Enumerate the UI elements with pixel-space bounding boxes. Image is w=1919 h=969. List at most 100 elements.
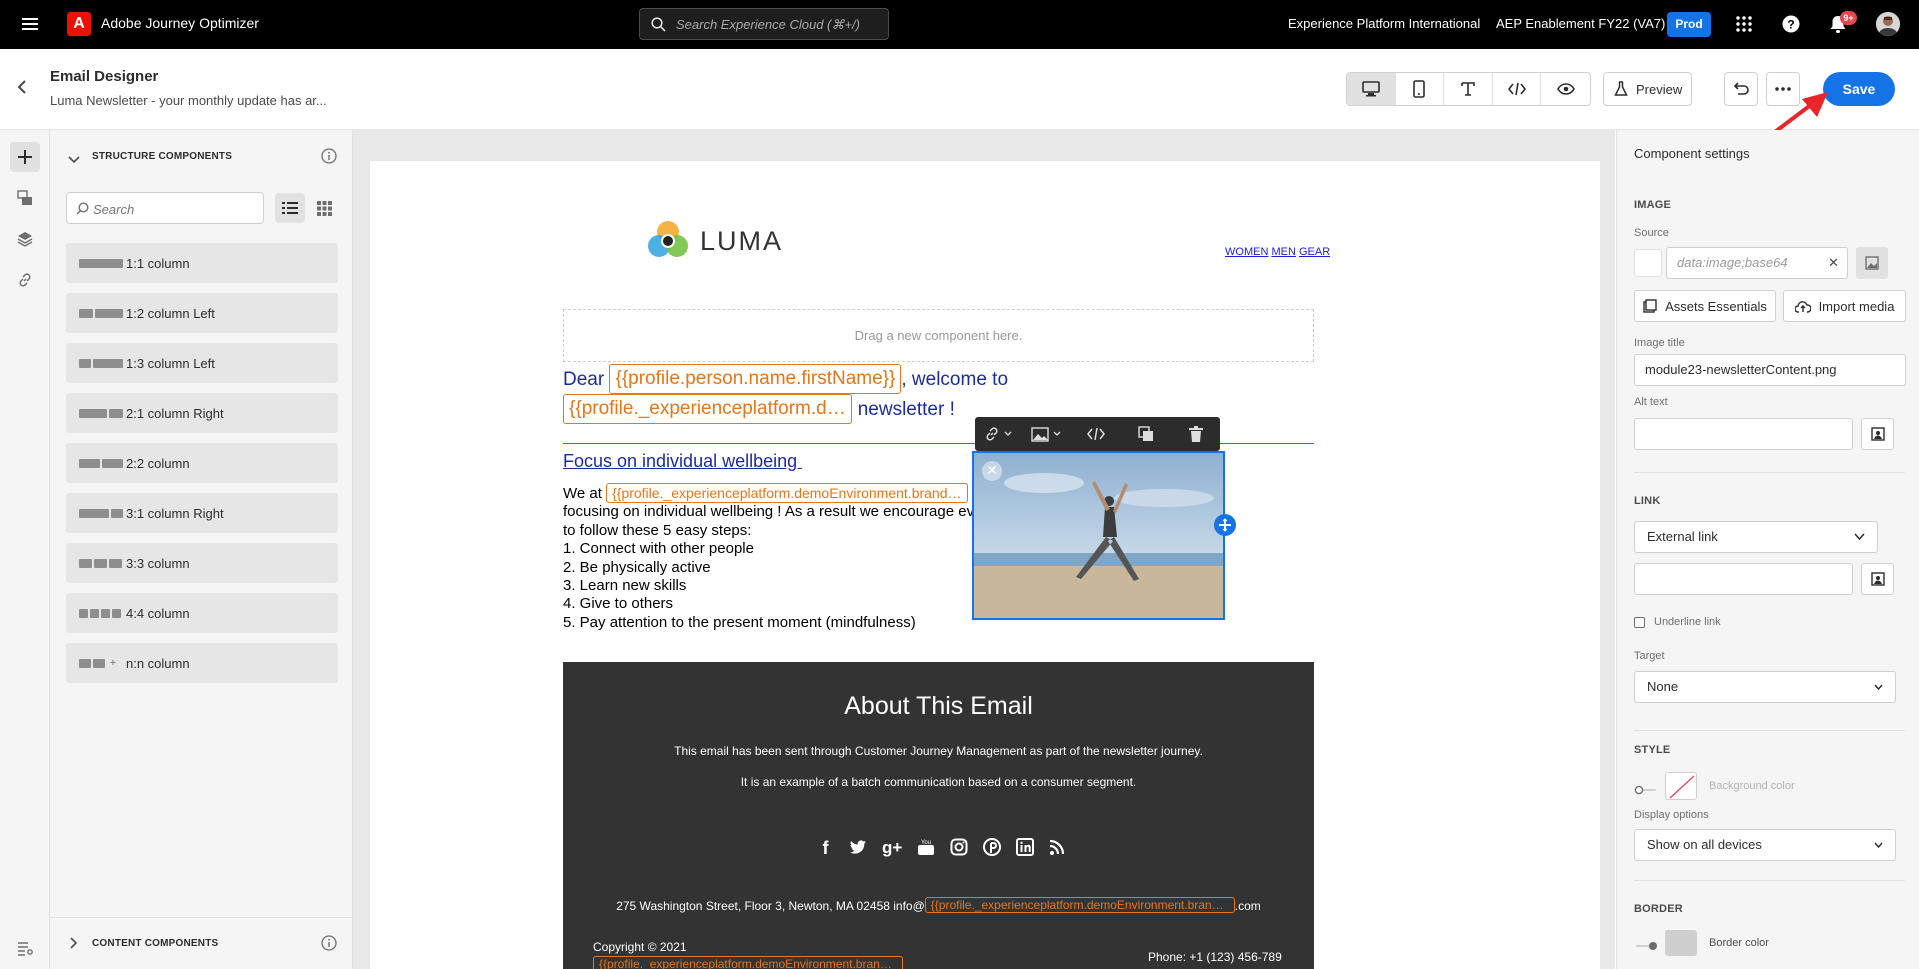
youtube-icon[interactable]: You bbox=[917, 838, 935, 856]
apps-grid-icon[interactable] bbox=[1735, 15, 1753, 36]
rail-bottom-settings[interactable] bbox=[10, 933, 40, 963]
twitter-icon[interactable] bbox=[849, 838, 867, 856]
app-name[interactable]: Adobe Journey Optimizer bbox=[101, 15, 259, 31]
back-arrow-icon[interactable] bbox=[16, 79, 30, 98]
chevron-down-icon[interactable] bbox=[68, 151, 80, 167]
linkedin-icon[interactable] bbox=[1016, 838, 1035, 856]
remove-image-icon[interactable]: ✕ bbox=[982, 461, 1002, 481]
chevron-down-icon bbox=[1874, 842, 1883, 849]
link-personalize-button[interactable] bbox=[1861, 563, 1894, 595]
structure-4-4-column[interactable]: 4:4 column bbox=[66, 593, 338, 633]
hamburger-menu-icon[interactable] bbox=[22, 16, 40, 32]
selected-image-component[interactable]: ✕ bbox=[972, 451, 1225, 620]
rail-links[interactable] bbox=[10, 265, 40, 295]
assets-essentials-button[interactable]: Assets Essentials bbox=[1634, 290, 1776, 322]
fragments-icon bbox=[17, 190, 32, 205]
instagram-icon[interactable] bbox=[950, 838, 968, 856]
section-divider bbox=[1634, 880, 1905, 881]
toolbar-image-button[interactable] bbox=[1021, 417, 1071, 451]
personalization-token[interactable]: {{profile._experienceplatform.demoEnviro… bbox=[924, 897, 1235, 913]
pinterest-icon[interactable] bbox=[983, 838, 1002, 856]
article-body[interactable]: We at {{profile._experienceplatform.demo… bbox=[563, 483, 1020, 632]
structure-1-1-column[interactable]: 1:1 column bbox=[66, 243, 338, 283]
env-badge[interactable]: Prod bbox=[1667, 12, 1711, 37]
user-avatar[interactable] bbox=[1876, 12, 1900, 36]
add-component-handle[interactable] bbox=[1214, 514, 1236, 536]
toolbar-link-button[interactable] bbox=[975, 417, 1021, 451]
grid-view-toggle[interactable] bbox=[309, 193, 339, 223]
personalization-token[interactable]: {{profile._experienceplatform.demoEnviro… bbox=[593, 956, 903, 969]
structure-2-2-column[interactable]: 2:2 column bbox=[66, 443, 338, 483]
link-url-input[interactable] bbox=[1634, 563, 1853, 595]
content-components-heading[interactable]: CONTENT COMPONENTS bbox=[92, 938, 218, 949]
rail-fragments[interactable] bbox=[10, 183, 40, 213]
personalization-token[interactable]: {{profile._experienceplatform.demoEnviro… bbox=[606, 483, 968, 504]
structure-2-1-column-right[interactable]: 2:1 column Right bbox=[66, 393, 338, 433]
preview-button[interactable]: Preview bbox=[1603, 72, 1692, 106]
image-title-input[interactable]: module23-newsletterContent.png bbox=[1634, 354, 1906, 386]
image-section-heading: IMAGE bbox=[1634, 199, 1672, 211]
components-search[interactable] bbox=[66, 192, 264, 224]
structure-1-2-column-left[interactable]: 1:2 column Left bbox=[66, 293, 338, 333]
greeting-text[interactable]: Dear {{profile.person.name.firstName}}, … bbox=[563, 364, 1083, 424]
nav-link-women[interactable]: WOMEN bbox=[1225, 246, 1268, 258]
underline-link-checkbox[interactable] bbox=[1634, 617, 1645, 628]
org-name[interactable]: Experience Platform International bbox=[1288, 16, 1480, 31]
import-media-button[interactable]: Import media bbox=[1783, 290, 1906, 322]
link-type-select[interactable]: External link bbox=[1634, 521, 1878, 553]
structure-3-3-column[interactable]: 3:3 column bbox=[66, 543, 338, 583]
personalization-token[interactable]: {{profile._experienceplatform.d… bbox=[563, 394, 852, 424]
personalize-icon bbox=[1870, 572, 1885, 586]
mobile-view-button[interactable] bbox=[1396, 73, 1445, 105]
border-color-swatch[interactable] bbox=[1665, 930, 1697, 956]
structure-3-1-column-right[interactable]: 3:1 column Right bbox=[66, 493, 338, 533]
border-toggle[interactable] bbox=[1634, 938, 1658, 950]
section-divider bbox=[1634, 472, 1905, 473]
svg-text:?: ? bbox=[1787, 18, 1794, 32]
target-select[interactable]: None bbox=[1634, 671, 1896, 703]
background-color-toggle[interactable] bbox=[1634, 782, 1658, 795]
sandbox-name[interactable]: AEP Enablement FY22 (VA7) bbox=[1496, 16, 1665, 31]
personalization-token[interactable]: {{profile.person.name.firstName}} bbox=[609, 364, 902, 394]
alt-text-input[interactable] bbox=[1634, 418, 1853, 450]
adobe-logo[interactable]: A bbox=[67, 12, 91, 36]
structure-n-n-column[interactable]: + n:n column bbox=[66, 643, 338, 683]
source-input[interactable]: data:image;base64 ✕ bbox=[1666, 247, 1848, 279]
article-heading[interactable]: Focus on individual wellbeing bbox=[563, 451, 802, 472]
token-chip: {{profile._experienceplatform.demoEnviro… bbox=[593, 956, 903, 969]
structure-1-3-column-left[interactable]: 1:3 column Left bbox=[66, 343, 338, 383]
toolbar-delete-button[interactable] bbox=[1171, 417, 1220, 451]
clear-icon[interactable]: ✕ bbox=[1828, 248, 1839, 278]
text-view-button[interactable] bbox=[1444, 73, 1493, 105]
google-plus-icon[interactable]: g+ bbox=[882, 838, 902, 859]
rail-navigation-tree[interactable] bbox=[10, 224, 40, 254]
drop-zone[interactable]: Drag a new component here. bbox=[563, 309, 1314, 362]
svg-text:You: You bbox=[921, 840, 931, 846]
facebook-icon[interactable]: f bbox=[817, 838, 834, 859]
structure-components-heading[interactable]: STRUCTURE COMPONENTS bbox=[92, 151, 232, 162]
luma-logo-icon bbox=[648, 221, 688, 257]
rss-icon[interactable] bbox=[1049, 838, 1065, 856]
chevron-right-icon[interactable] bbox=[70, 936, 78, 952]
toolbar-code-button[interactable] bbox=[1071, 417, 1121, 451]
background-color-swatch[interactable] bbox=[1665, 772, 1697, 800]
info-icon[interactable] bbox=[321, 148, 337, 167]
source-picker-button[interactable] bbox=[1856, 247, 1888, 279]
alt-text-personalize-button[interactable] bbox=[1861, 418, 1894, 450]
toolbar-duplicate-button[interactable] bbox=[1121, 417, 1171, 451]
components-search-input[interactable] bbox=[93, 200, 253, 218]
luma-logo[interactable]: LUMA bbox=[646, 218, 783, 264]
email-footer[interactable]: About This Email This email has been sen… bbox=[563, 662, 1314, 969]
code-view-button[interactable] bbox=[1493, 73, 1542, 105]
nav-link-men[interactable]: MEN bbox=[1271, 246, 1295, 258]
list-view-toggle[interactable] bbox=[275, 193, 305, 223]
nav-link-gear[interactable]: GEAR bbox=[1299, 246, 1330, 258]
info-icon[interactable] bbox=[321, 935, 337, 954]
rail-add-components[interactable] bbox=[10, 142, 40, 172]
desktop-view-button[interactable] bbox=[1347, 73, 1396, 105]
visibility-view-button[interactable] bbox=[1541, 73, 1590, 105]
global-search[interactable] bbox=[639, 8, 889, 40]
help-icon[interactable]: ? bbox=[1782, 15, 1800, 36]
global-search-input[interactable] bbox=[676, 15, 881, 33]
display-options-select[interactable]: Show on all devices bbox=[1634, 829, 1896, 861]
